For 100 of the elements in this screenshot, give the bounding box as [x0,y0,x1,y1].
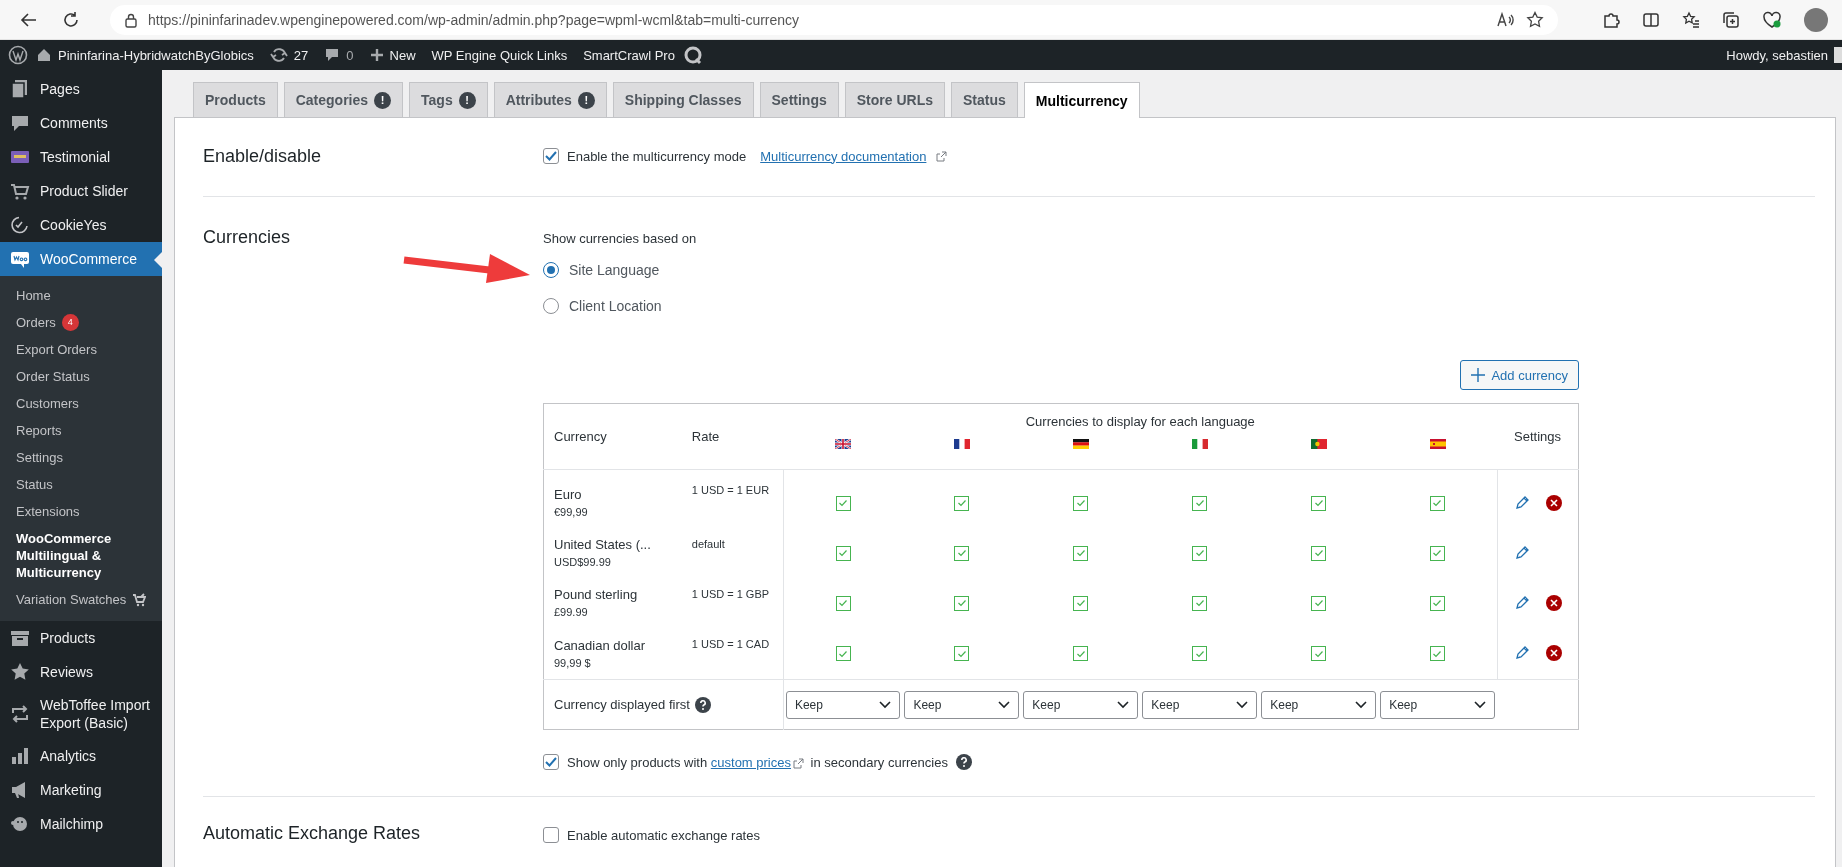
position-dropdown[interactable]: Keep [785,690,901,719]
position-dropdown[interactable]: Keep [1142,690,1258,719]
tab[interactable]: Status [951,82,1018,117]
star-icon[interactable] [1526,10,1544,29]
collections-icon[interactable] [1722,10,1740,29]
striped-flag-icon [1072,439,1089,449]
language-checkbox[interactable] [954,495,970,511]
tab[interactable]: Shipping Classes [612,82,754,117]
sidebar-menu-item[interactable]: Comments [0,106,162,140]
edit-icon[interactable] [1513,594,1530,611]
delete-icon[interactable] [1545,494,1562,511]
tab[interactable]: Categories ! [283,82,404,117]
submenu-item[interactable]: Extensions [0,498,162,525]
language-checkbox[interactable] [1429,495,1445,511]
split-screen-icon[interactable] [1642,10,1660,29]
submenu-item[interactable]: Orders 4 [0,309,162,336]
language-checkbox[interactable] [1429,545,1445,561]
edit-icon[interactable] [1513,544,1530,561]
plus-icon [369,48,384,62]
tab[interactable]: Store URLs [844,82,945,117]
delete-icon[interactable] [1545,594,1562,611]
sidebar-menu-item[interactable]: Mailchimp [0,807,162,841]
radio-label: Client Location [569,298,662,314]
submenu-item[interactable]: Status [0,471,162,498]
language-checkbox[interactable] [1073,495,1089,511]
submenu-item[interactable]: Settings [0,444,162,471]
checkbox[interactable] [543,148,559,164]
heart-icon[interactable] [1762,10,1782,29]
submenu-item[interactable]: WooCommerce Multilingual & Multicurrency [0,525,162,586]
field-label: Show currencies based on [543,231,698,246]
sidebar-menu-item[interactable]: Pages [0,72,162,106]
new-link[interactable]: New [361,47,424,63]
delete-icon[interactable] [1545,645,1562,662]
language-checkbox[interactable] [1311,495,1327,511]
account-link[interactable]: Howdy, sebastien [1726,47,1834,63]
position-dropdown[interactable]: Keep [1380,690,1496,719]
language-checkbox[interactable] [1311,545,1327,561]
admin-bar-link[interactable]: SmartCrawl Pro [575,47,683,63]
language-checkbox[interactable] [954,545,970,561]
edit-icon[interactable] [1513,645,1530,662]
updates-link[interactable]: 27 [261,47,317,63]
language-checkbox[interactable] [1192,495,1208,511]
language-checkbox[interactable] [835,595,851,611]
submenu-item[interactable]: Home [0,282,162,309]
submenu-item[interactable]: Variation Swatches [0,586,162,613]
sidebar-menu-item[interactable]: Product Slider [0,174,162,208]
submenu-item[interactable]: Reports [0,417,162,444]
language-checkbox[interactable] [1073,595,1089,611]
puzzle-icon[interactable] [1602,10,1620,29]
position-dropdown[interactable]: Keep [904,690,1020,719]
tab[interactable]: Tags ! [409,82,488,117]
tab[interactable]: Multicurrency [1023,82,1140,118]
sidebar-menu-item[interactable]: CookieYes [0,208,162,242]
submenu-item[interactable]: Customers [0,390,162,417]
tab[interactable]: Settings [759,82,839,117]
language-checkbox[interactable] [1073,646,1089,662]
checkbox[interactable] [543,827,559,843]
sidebar-menu-item[interactable]: Testimonial [0,140,162,174]
sidebar-menu-item[interactable]: Reviews [0,655,162,689]
add-currency-button[interactable]: Add currency [1460,360,1579,390]
wordpress-logo-icon[interactable] [8,45,28,65]
language-checkbox[interactable] [1192,646,1208,662]
language-checkbox[interactable] [1429,646,1445,662]
custom-prices-link[interactable]: custom prices [710,754,791,770]
address-bar[interactable]: https://pininfarinadev.wpenginepowered.com/wp-admin/admin.php?page=wpml-wcml&tab=multi-currency [110,4,1558,35]
position-dropdown[interactable]: Keep [1261,690,1377,719]
submenu-item[interactable]: Order Status [0,363,162,390]
edit-icon[interactable] [1513,494,1530,511]
language-checkbox[interactable] [954,595,970,611]
site-name-link[interactable]: Pininfarina-HybridwatchByGlobics [28,47,262,63]
language-checkbox[interactable] [835,495,851,511]
position-dropdown[interactable]: Keep [1023,690,1139,719]
language-checkbox[interactable] [1192,545,1208,561]
sidebar-menu-item[interactable]: WooCommerce [0,242,162,276]
language-checkbox[interactable] [1192,595,1208,611]
favorites-icon[interactable] [1682,10,1700,29]
admin-bar-link[interactable]: WP Engine Quick Links [423,47,576,63]
reload-icon[interactable] [62,10,80,29]
sidebar-menu-item[interactable]: Marketing [0,773,162,807]
language-checkbox[interactable] [1311,595,1327,611]
checkmark-icon [1432,548,1443,559]
avatar[interactable] [1804,7,1828,32]
language-checkbox[interactable] [1311,646,1327,662]
language-checkbox[interactable] [1429,595,1445,611]
read-aloud-icon[interactable] [1496,10,1516,29]
sidebar-menu-item[interactable]: Products [0,621,162,655]
tab[interactable]: Products [193,82,278,117]
ring-icon[interactable] [682,45,703,65]
language-checkbox[interactable] [835,646,851,662]
submenu-item[interactable]: Export Orders [0,336,162,363]
back-icon[interactable] [20,10,38,29]
language-checkbox[interactable] [1073,545,1089,561]
language-checkbox[interactable] [835,545,851,561]
language-checkbox[interactable] [954,646,970,662]
tab[interactable]: Attributes ! [493,82,607,117]
sidebar-menu-item[interactable]: WebToffee Import Export (Basic) [0,689,162,739]
documentation-link[interactable]: Multicurrency documentation [760,148,927,164]
checkbox[interactable] [543,754,559,770]
comments-link[interactable]: 0 [316,47,362,63]
sidebar-menu-item[interactable]: Analytics [0,739,162,773]
